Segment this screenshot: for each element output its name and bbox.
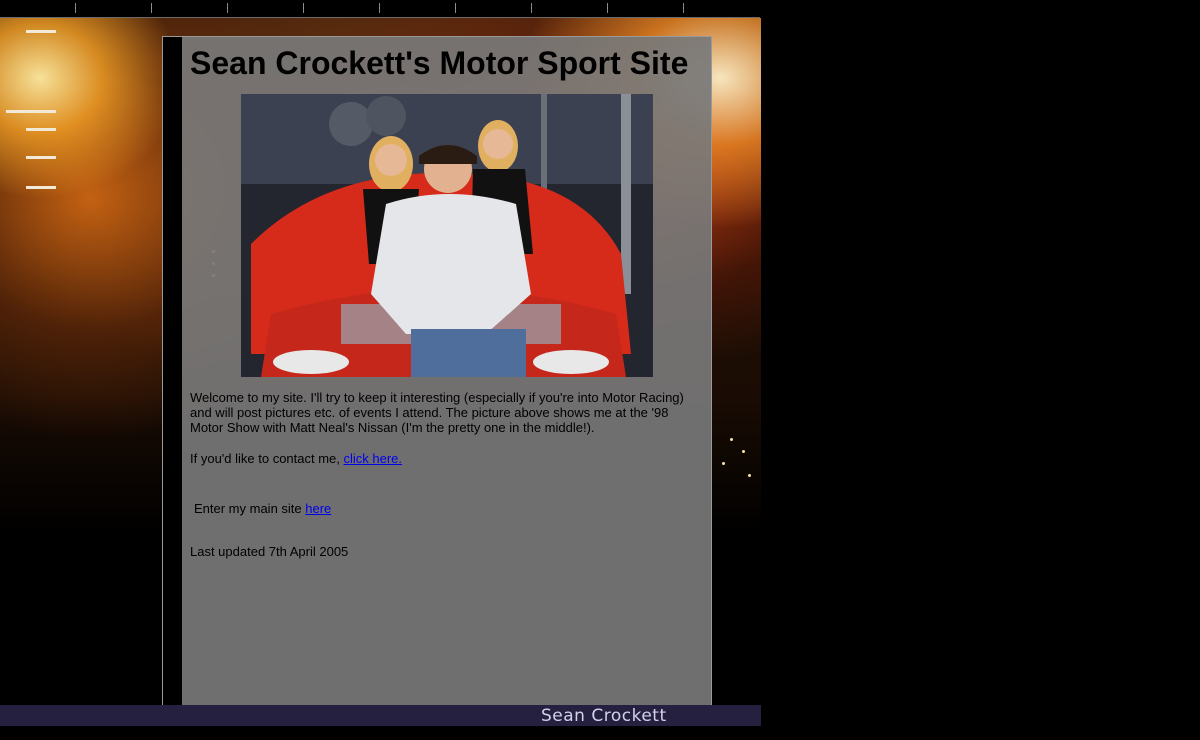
intro-text: Welcome to my site. I'll try to keep it … (190, 390, 684, 435)
light-streak (26, 30, 56, 33)
light-streak (26, 128, 56, 131)
nav-divider (379, 3, 380, 13)
main-site-link[interactable]: here (305, 501, 331, 516)
top-navigation-bar (0, 0, 760, 18)
nav-divider (227, 3, 228, 13)
contact-prefix: If you'd like to contact me, (190, 451, 344, 466)
main-site-line: Enter my main site here (194, 501, 709, 516)
content-panel: Sean Crockett's Motor Sport Site Welcome… (162, 36, 712, 706)
footer-signature: Sean Crockett (541, 706, 667, 726)
light-streak (26, 156, 56, 159)
nav-divider (607, 3, 608, 13)
last-updated: Last updated 7th April 2005 (190, 544, 705, 559)
photo-illustration (241, 94, 653, 377)
motor-show-photo (241, 94, 653, 377)
last-updated-text: Last updated 7th April 2005 (190, 544, 349, 559)
panel-left-strip (163, 37, 182, 705)
light-dot (742, 450, 745, 453)
nav-divider (151, 3, 152, 13)
light-dot (730, 438, 733, 441)
footer-bar: Sean Crockett (0, 705, 761, 726)
page-title: Sean Crockett's Motor Sport Site (190, 45, 689, 81)
nav-divider (531, 3, 532, 13)
intro-paragraph: Welcome to my site. I'll try to keep it … (190, 390, 705, 435)
light-dot (722, 462, 725, 465)
nav-divider (303, 3, 304, 13)
light-dot (748, 474, 751, 477)
nav-divider (683, 3, 684, 13)
light-streak (6, 110, 56, 113)
main-site-prefix: Enter my main site (194, 501, 306, 516)
nav-divider (75, 3, 76, 13)
light-streak (26, 186, 56, 189)
nav-divider (455, 3, 456, 13)
contact-line: If you'd like to contact me, click here. (190, 451, 705, 466)
contact-link[interactable]: click here. (344, 451, 403, 466)
